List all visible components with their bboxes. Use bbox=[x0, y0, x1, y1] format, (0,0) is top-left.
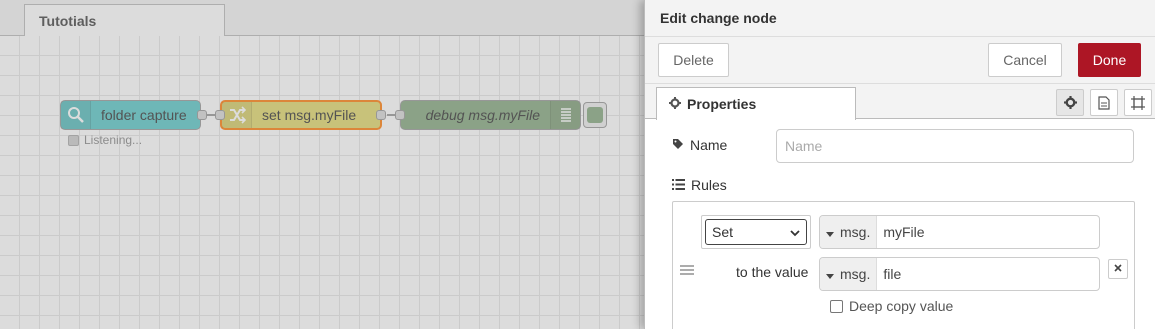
tab-properties[interactable]: Properties bbox=[656, 87, 856, 120]
gear-icon[interactable] bbox=[1056, 89, 1084, 116]
tray-toolbar: Delete Cancel Done bbox=[645, 37, 1155, 84]
rule-source-input[interactable]: msg. file bbox=[819, 257, 1100, 291]
to-value-label: to the value bbox=[736, 264, 809, 280]
workspace-tabbar: Tutotials bbox=[0, 0, 644, 37]
close-icon bbox=[1114, 263, 1122, 275]
input-port[interactable] bbox=[395, 110, 405, 120]
rule-target-type-button[interactable]: msg. bbox=[820, 216, 878, 248]
node-status: Listening... bbox=[68, 133, 142, 147]
name-label: Name bbox=[672, 137, 727, 153]
deep-copy-checkbox[interactable] bbox=[830, 299, 843, 313]
gear-icon bbox=[669, 96, 681, 112]
node-label: debug msg.myFile bbox=[425, 107, 540, 123]
name-label-text: Name bbox=[690, 137, 728, 153]
rule-action-select[interactable]: Set bbox=[701, 215, 811, 249]
change-node[interactable]: set msg.myFile bbox=[215, 100, 386, 130]
rules-label: Rules bbox=[672, 177, 727, 193]
search-icon bbox=[61, 101, 91, 129]
tray-tabs: Properties bbox=[645, 84, 1155, 120]
rules-label-text: Rules bbox=[691, 177, 727, 193]
tag-icon bbox=[672, 137, 684, 153]
node-label: set msg.myFile bbox=[262, 107, 357, 123]
rule-source-value[interactable]: file bbox=[877, 266, 907, 282]
list-icon bbox=[550, 101, 580, 129]
name-input[interactable] bbox=[776, 129, 1134, 163]
tray-title: Edit change node bbox=[645, 0, 1155, 37]
rule-source-type: msg. bbox=[840, 266, 871, 282]
caret-down-icon bbox=[826, 224, 834, 240]
debug-toggle-indicator bbox=[587, 107, 603, 123]
flow-canvas[interactable] bbox=[0, 36, 644, 329]
status-text: Listening... bbox=[84, 133, 143, 147]
rule-action-value: Set bbox=[712, 224, 734, 240]
deep-copy-label: Deep copy value bbox=[849, 298, 954, 314]
done-button[interactable]: Done bbox=[1078, 43, 1141, 77]
output-port[interactable] bbox=[197, 110, 207, 120]
caret-down-icon bbox=[826, 266, 834, 282]
debug-node[interactable]: debug msg.myFile bbox=[395, 100, 581, 130]
cancel-button[interactable]: Cancel bbox=[988, 43, 1062, 77]
chevron-down-icon bbox=[790, 224, 800, 240]
remove-rule-button[interactable] bbox=[1108, 259, 1128, 279]
flow-workspace: Tutotials folder capture Listening... se… bbox=[0, 0, 644, 329]
delete-button[interactable]: Delete bbox=[658, 43, 729, 77]
deep-copy-option[interactable]: Deep copy value bbox=[830, 298, 953, 314]
shuffle-icon bbox=[222, 102, 252, 128]
drag-handle-icon[interactable] bbox=[680, 262, 694, 280]
edit-tray: Edit change node Delete Cancel Done Prop… bbox=[644, 0, 1155, 329]
node-label: folder capture bbox=[101, 107, 187, 123]
debug-toggle-button[interactable] bbox=[583, 102, 607, 128]
rule-target-value[interactable]: myFile bbox=[877, 224, 930, 240]
properties-form: Name Rules Set bbox=[645, 119, 1155, 329]
rule-target-type: msg. bbox=[840, 224, 871, 240]
status-dot-icon bbox=[68, 134, 79, 146]
file-icon[interactable] bbox=[1090, 89, 1118, 116]
output-port[interactable] bbox=[376, 110, 386, 120]
watch-node[interactable]: folder capture bbox=[60, 100, 207, 130]
flow-tab[interactable]: Tutotials bbox=[24, 4, 225, 37]
rule-action-select-inner[interactable]: Set bbox=[705, 219, 807, 245]
rule-source-type-button[interactable]: msg. bbox=[820, 258, 878, 290]
input-port[interactable] bbox=[215, 110, 225, 120]
rules-list: Set msg. myFile to the value msg. file D… bbox=[672, 201, 1135, 329]
frame-icon[interactable] bbox=[1124, 89, 1152, 116]
rule-target-input[interactable]: msg. myFile bbox=[819, 215, 1100, 249]
tab-properties-label: Properties bbox=[687, 96, 757, 112]
list-icon bbox=[672, 177, 685, 193]
